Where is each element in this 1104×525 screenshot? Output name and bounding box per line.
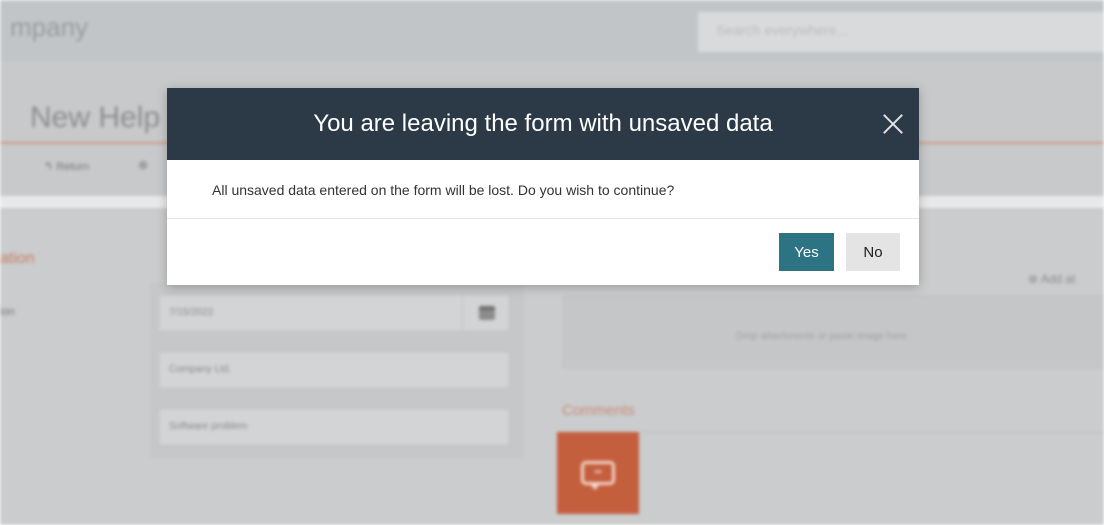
dialog-body: All unsaved data entered on the form wil… [167, 160, 919, 219]
calendar-icon [478, 306, 495, 320]
field-label: ion [0, 306, 15, 318]
page-title: New Help [30, 101, 161, 134]
unsaved-data-dialog: You are leaving the form with unsaved da… [167, 88, 919, 285]
date-field[interactable]: 7/15/2022 [158, 294, 510, 332]
category-field[interactable]: Software problem [158, 408, 510, 446]
yes-button[interactable]: Yes [779, 233, 834, 271]
dialog-title: You are leaving the form with unsaved da… [313, 110, 773, 137]
comment-avatar: •• [557, 432, 639, 514]
app-title: mpany [10, 12, 89, 42]
dialog-message: All unsaved data entered on the form wil… [212, 182, 675, 198]
no-button[interactable]: No [846, 233, 900, 271]
dialog-header: You are leaving the form with unsaved da… [167, 88, 919, 160]
top-bar: mpany Search everywhere... [0, 0, 1104, 62]
drop-zone-text: Drop attachments or paste image here [736, 331, 907, 342]
return-button[interactable]: ↰ Return [44, 160, 89, 173]
search-input[interactable]: Search everywhere... [698, 12, 1104, 52]
plus-circle-icon[interactable]: ⊕ [138, 158, 148, 172]
close-icon[interactable] [879, 110, 907, 138]
comment-bubble-icon: •• [581, 461, 615, 490]
calendar-button[interactable] [462, 294, 510, 332]
comments-title: Comments [562, 402, 635, 419]
add-attachment-link[interactable]: ⊕ Add at [1028, 272, 1075, 286]
section-title: ation [0, 250, 35, 267]
comments-divider [640, 432, 1104, 433]
company-field[interactable]: Company Ltd. [158, 351, 510, 389]
